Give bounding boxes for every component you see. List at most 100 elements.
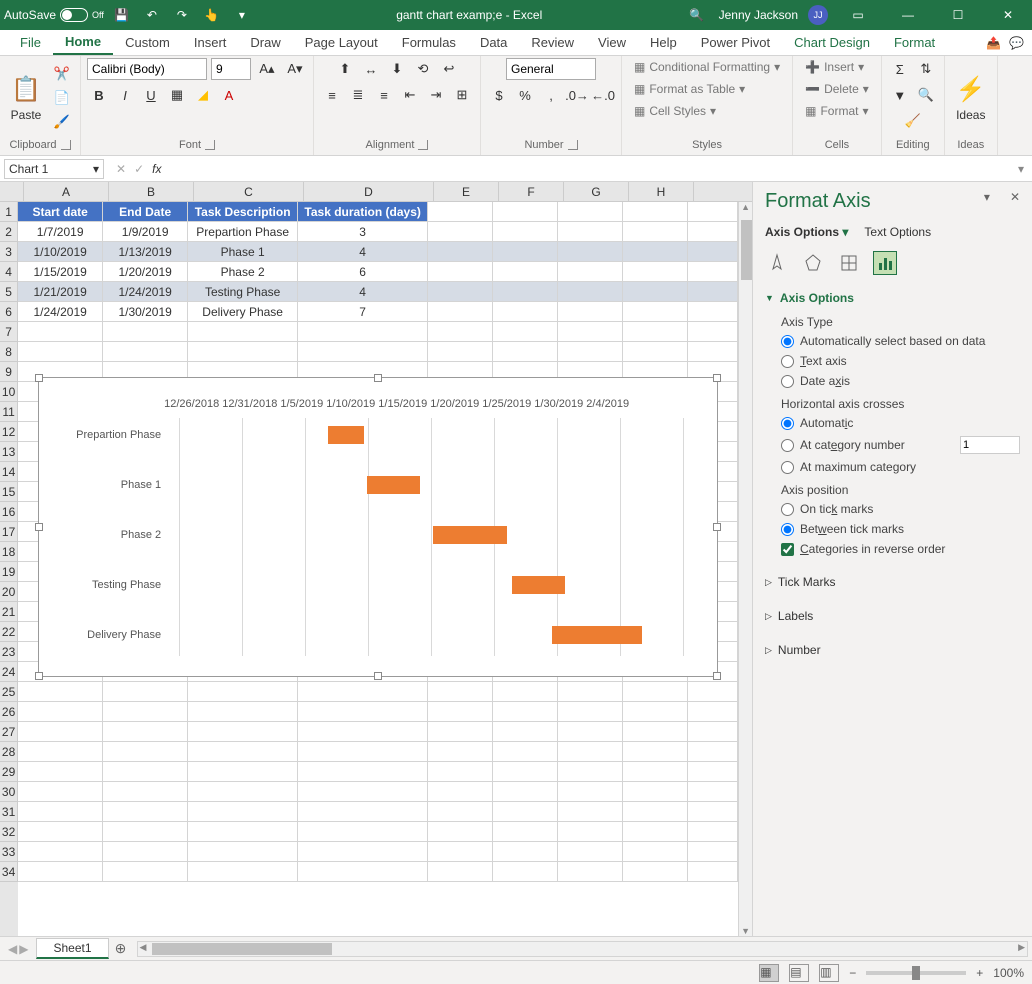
cell[interactable] — [493, 862, 558, 882]
normal-view-icon[interactable]: ▦ — [759, 964, 779, 982]
format-button[interactable]: ▦Format ▾ — [799, 102, 874, 120]
cell[interactable]: Testing Phase — [188, 282, 298, 302]
cell[interactable] — [18, 702, 103, 722]
expand-formula-icon[interactable]: ▾ — [1018, 162, 1024, 176]
underline-button[interactable]: U — [139, 84, 163, 106]
cell[interactable] — [18, 722, 103, 742]
cross-at-category[interactable]: At category number — [781, 433, 1020, 457]
cell[interactable] — [103, 702, 188, 722]
border-button[interactable]: ▦ — [165, 84, 189, 106]
wrap-text-icon[interactable]: ↩ — [437, 58, 461, 80]
user-avatar[interactable]: JJ — [808, 5, 828, 25]
cell[interactable] — [493, 802, 558, 822]
cross-automatic[interactable]: Automatic — [781, 413, 1020, 433]
cell[interactable] — [188, 822, 298, 842]
row-header-33[interactable]: 33 — [0, 842, 18, 862]
cell[interactable] — [558, 302, 623, 322]
cell[interactable]: 7 — [298, 302, 428, 322]
fill-icon[interactable]: ▼ — [888, 84, 912, 106]
font-launcher[interactable] — [205, 140, 215, 150]
cell[interactable] — [493, 822, 558, 842]
cell[interactable] — [428, 342, 493, 362]
section-number[interactable]: ▷Number — [765, 639, 1020, 661]
cell[interactable] — [103, 722, 188, 742]
align-center-icon[interactable]: ≣ — [346, 84, 370, 106]
cell[interactable] — [493, 702, 558, 722]
vertical-scrollbar[interactable]: ▲ ▼ — [738, 202, 752, 936]
tab-format[interactable]: Format — [882, 31, 947, 54]
save-icon[interactable]: 💾 — [110, 3, 134, 27]
cell[interactable] — [688, 762, 738, 782]
minimize-icon[interactable]: — — [888, 1, 928, 29]
cell[interactable] — [558, 842, 623, 862]
cell[interactable] — [558, 262, 623, 282]
cell[interactable] — [688, 682, 738, 702]
cell[interactable] — [188, 782, 298, 802]
pos-on-tick[interactable]: On tick marks — [781, 499, 1020, 519]
cell[interactable] — [298, 742, 428, 762]
fx-icon[interactable]: fx — [152, 162, 161, 176]
cell[interactable] — [688, 702, 738, 722]
cell[interactable] — [688, 222, 738, 242]
cell[interactable] — [103, 822, 188, 842]
ideas-button[interactable]: ⚡ Ideas — [951, 70, 991, 126]
sort-icon[interactable]: ⇅ — [914, 58, 938, 80]
tab-draw[interactable]: Draw — [238, 31, 292, 54]
select-all-corner[interactable] — [0, 182, 24, 201]
row-header-28[interactable]: 28 — [0, 742, 18, 762]
row-header-31[interactable]: 31 — [0, 802, 18, 822]
cell[interactable] — [298, 682, 428, 702]
cell[interactable] — [428, 282, 493, 302]
section-axis-options[interactable]: ▼Axis Options — [765, 287, 1020, 309]
cell[interactable] — [103, 782, 188, 802]
cell[interactable] — [18, 822, 103, 842]
alignment-launcher[interactable] — [418, 140, 428, 150]
cell[interactable] — [688, 802, 738, 822]
axis-options-icon[interactable] — [873, 251, 897, 275]
horizontal-scrollbar[interactable]: ◀ ▶ — [137, 941, 1028, 957]
row-header-11[interactable]: 11 — [0, 402, 18, 422]
size-props-icon[interactable] — [837, 251, 861, 275]
page-break-view-icon[interactable]: ▥ — [819, 964, 839, 982]
row-header-15[interactable]: 15 — [0, 482, 18, 502]
row-header-17[interactable]: 17 — [0, 522, 18, 542]
cell[interactable] — [18, 842, 103, 862]
cell[interactable] — [688, 862, 738, 882]
autosave-toggle[interactable]: AutoSave Off — [4, 8, 104, 22]
cell[interactable] — [428, 702, 493, 722]
cancel-formula-icon[interactable]: ✕ — [116, 162, 126, 176]
cell[interactable] — [493, 262, 558, 282]
cell[interactable] — [623, 242, 688, 262]
cell[interactable] — [623, 862, 688, 882]
cross-at-max[interactable]: At maximum category — [781, 457, 1020, 477]
cell[interactable] — [688, 302, 738, 322]
cell[interactable] — [688, 842, 738, 862]
cell[interactable] — [688, 202, 738, 222]
cell[interactable] — [623, 342, 688, 362]
decrease-decimal-icon[interactable]: ←.0 — [591, 84, 615, 106]
row-header-25[interactable]: 25 — [0, 682, 18, 702]
row-header-10[interactable]: 10 — [0, 382, 18, 402]
cell[interactable] — [18, 342, 103, 362]
cell[interactable] — [103, 762, 188, 782]
autosum-icon[interactable]: Σ — [888, 58, 912, 80]
qat-more-icon[interactable]: ▾ — [230, 3, 254, 27]
cell[interactable] — [493, 242, 558, 262]
search-icon[interactable]: 🔍 — [685, 3, 709, 27]
clipboard-launcher[interactable] — [61, 140, 71, 150]
col-header-G[interactable]: G — [564, 182, 629, 201]
fill-color-button[interactable]: ◢ — [191, 84, 215, 106]
cell[interactable]: 1/20/2019 — [103, 262, 188, 282]
cell[interactable] — [188, 722, 298, 742]
cell[interactable] — [688, 322, 738, 342]
reverse-order[interactable]: Categories in reverse order — [781, 539, 1020, 559]
name-box[interactable]: Chart 1▾ — [4, 159, 104, 179]
user-name[interactable]: Jenny Jackson — [719, 8, 798, 22]
cell[interactable] — [298, 762, 428, 782]
cell[interactable]: 1/10/2019 — [18, 242, 103, 262]
cell[interactable] — [493, 302, 558, 322]
pane-tab-text-options[interactable]: Text Options — [864, 225, 931, 239]
tab-home[interactable]: Home — [53, 30, 113, 55]
pos-between-tick[interactable]: Between tick marks — [781, 519, 1020, 539]
cell[interactable] — [558, 342, 623, 362]
